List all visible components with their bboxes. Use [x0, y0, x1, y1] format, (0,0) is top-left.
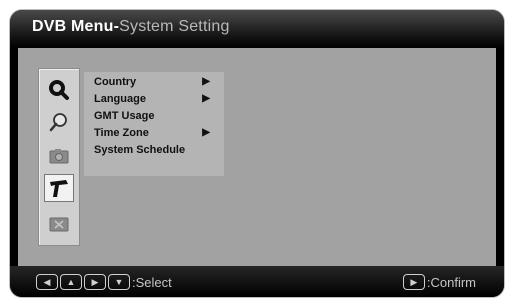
system-setting-menu: Country ▶ Language ▶ GMT Usage Time Zone… — [84, 72, 224, 176]
left-key-icon: ◀ — [36, 274, 58, 290]
title-main: DVB Menu- — [32, 18, 120, 35]
camera-icon[interactable] — [45, 143, 73, 169]
select-hint-label: :Select — [132, 274, 172, 290]
menu-item-gmt-usage[interactable]: GMT Usage — [94, 110, 222, 126]
submenu-arrow-icon: ▶ — [202, 127, 210, 138]
zoom-search-icon[interactable] — [45, 109, 73, 135]
menu-title: DVB Menu-System Setting — [32, 18, 230, 36]
menu-item-country[interactable]: Country ▶ — [94, 76, 222, 92]
menu-header: DVB Menu-System Setting — [10, 10, 504, 48]
menu-item-label: Language — [94, 93, 146, 105]
navigation-hint: ◀ ▲ ▶ ▼ :Select — [36, 274, 172, 290]
category-icon-bar — [38, 68, 80, 246]
tools-icon[interactable] — [45, 175, 73, 201]
confirm-key-icon: ▶ — [402, 274, 425, 290]
menu-item-system-schedule[interactable]: System Schedule — [94, 144, 222, 160]
submenu-arrow-icon: ▶ — [202, 76, 210, 87]
delete-box-icon[interactable] — [45, 211, 73, 237]
title-sub: System Setting — [119, 18, 230, 35]
down-key-icon: ▼ — [108, 274, 130, 290]
menu-item-label: Time Zone — [94, 127, 149, 139]
right-key-icon: ▶ — [84, 274, 106, 290]
menu-panel: Country ▶ Language ▶ GMT Usage Time Zone… — [18, 48, 496, 266]
menu-item-label: System Schedule — [94, 144, 186, 156]
dvb-menu-window: DVB Menu-System Setting Country ▶ Langua… — [10, 10, 504, 297]
confirm-hint-label: :Confirm — [426, 274, 476, 290]
search-magnifier-icon[interactable] — [45, 77, 73, 103]
submenu-arrow-icon: ▶ — [202, 93, 210, 104]
menu-item-label: GMT Usage — [94, 110, 155, 122]
menu-footer: ◀ ▲ ▶ ▼ :Select ▶ :Confirm — [10, 266, 504, 297]
menu-item-language[interactable]: Language ▶ — [94, 93, 222, 109]
menu-item-time-zone[interactable]: Time Zone ▶ — [94, 127, 222, 143]
confirm-hint: ▶ :Confirm — [402, 274, 476, 290]
menu-item-label: Country — [94, 76, 137, 88]
up-key-icon: ▲ — [60, 274, 82, 290]
